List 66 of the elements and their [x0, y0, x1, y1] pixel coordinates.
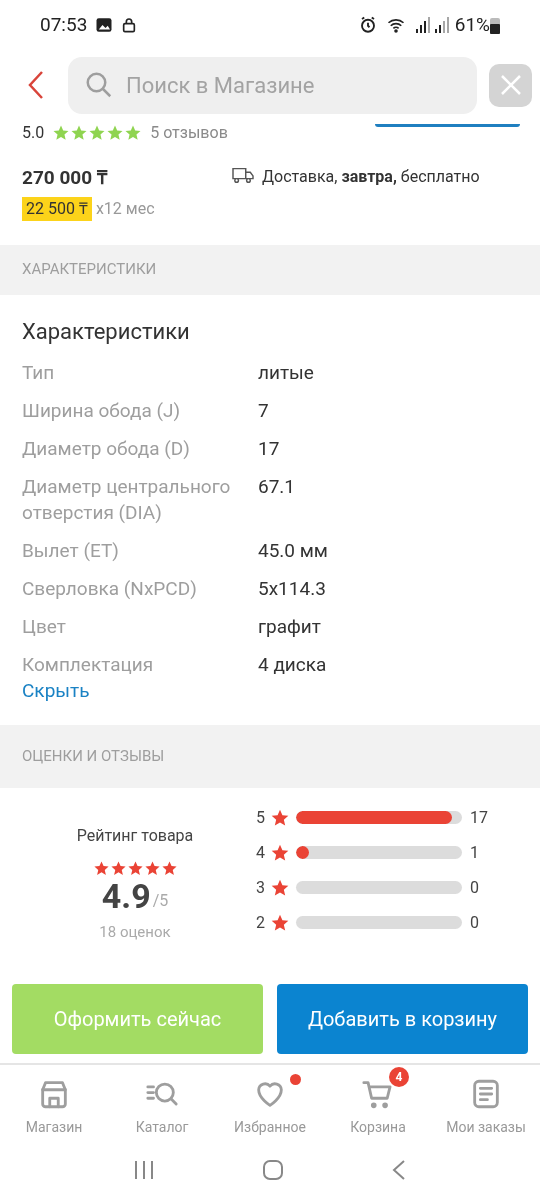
spec-value: 45.0 мм — [258, 537, 328, 564]
spec-label: Диаметр обода (D) — [22, 435, 191, 462]
hide-link[interactable]: Скрыть — [22, 676, 518, 705]
star-icon — [143, 860, 161, 877]
installment-term: x12 мес — [95, 197, 155, 220]
star-icon — [160, 860, 178, 877]
alarm-icon — [358, 16, 377, 34]
battery-icon — [490, 16, 500, 34]
bar-count: 0 — [470, 876, 479, 899]
section-title: Характеристики — [22, 317, 191, 346]
spec-label: Цвет — [22, 613, 67, 640]
rating-score: 4.9 — [101, 877, 151, 915]
spec-label: Комплектация — [22, 651, 155, 678]
spec-label: Сверловка (NxPCD) — [22, 575, 198, 602]
rating-value: 5.0 — [22, 121, 45, 144]
section-header: ОЦЕНКИ И ОТЗЫВЫ — [0, 725, 540, 788]
spec-value: литые — [258, 359, 314, 386]
spec-value: 4 диска — [258, 651, 327, 678]
search-input[interactable]: Поиск в Магазине — [126, 68, 461, 102]
search-field[interactable]: Поиск в Магазине — [68, 56, 477, 114]
nav-tab[interactable]: Каталог — [108, 1065, 216, 1140]
spec-label: Тип — [22, 359, 56, 386]
spec-value: 17 — [258, 435, 280, 462]
rating-count: 18 оценок — [99, 922, 171, 943]
spec-label: Вылет (ET) — [22, 537, 120, 564]
reviews-link[interactable]: 5 отзывов — [150, 120, 228, 145]
nav-tab[interactable]: 4 Корзина — [324, 1065, 432, 1140]
home-icon[interactable] — [262, 1159, 284, 1181]
rating-title: Рейтинг товара — [76, 825, 194, 847]
spec-value: 5x114.3 — [258, 575, 326, 602]
signal-icon — [414, 16, 451, 34]
spec-label: Диаметр центрального отверстия (DIA) — [22, 473, 232, 526]
search-icon — [84, 70, 114, 100]
price: 270 000 ₸ — [22, 165, 109, 191]
spec-value: 67.1 — [258, 473, 296, 500]
bar-count: 1 — [470, 841, 479, 864]
nav-tab[interactable]: Избранное — [216, 1065, 324, 1140]
recent-apps-icon[interactable] — [133, 1159, 156, 1181]
installment-badge: 22 500 ₸ — [22, 196, 92, 221]
lock-icon — [121, 16, 138, 34]
nav-tab[interactable]: Магазин — [0, 1065, 108, 1140]
spec-label: Ширина обода (J) — [22, 397, 182, 424]
cart-badge: 4 — [389, 1067, 409, 1087]
star-icon — [92, 860, 110, 877]
add-to-cart-button[interactable]: Добавить в корзину — [277, 984, 528, 1054]
spec-value: 7 — [258, 397, 269, 424]
close-icon — [499, 74, 522, 96]
star-icon — [126, 860, 144, 877]
spec-value: графит — [258, 613, 321, 640]
bar-count: 17 — [470, 806, 488, 829]
image-icon — [95, 16, 114, 34]
battery-percent: 61% — [454, 11, 490, 38]
nav-tab[interactable]: Мои заказы — [432, 1065, 540, 1140]
status-time: 07:53 — [40, 11, 88, 38]
star-icon — [109, 860, 127, 877]
star-number: 2 — [256, 911, 266, 934]
checkout-button[interactable]: Оформить сейчас — [12, 984, 263, 1054]
bar-count: 0 — [470, 911, 479, 934]
rating-max: /5 — [152, 890, 169, 912]
star-number: 3 — [256, 876, 266, 899]
back-icon[interactable] — [390, 1159, 407, 1181]
section-header: ХАРАКТЕРИСТИКИ — [0, 244, 540, 295]
delivery-info: Доставка, завтра, бесплатно — [262, 166, 480, 188]
star-number: 4 — [256, 841, 266, 864]
truck-icon — [232, 165, 254, 185]
star-number: 5 — [256, 806, 266, 829]
